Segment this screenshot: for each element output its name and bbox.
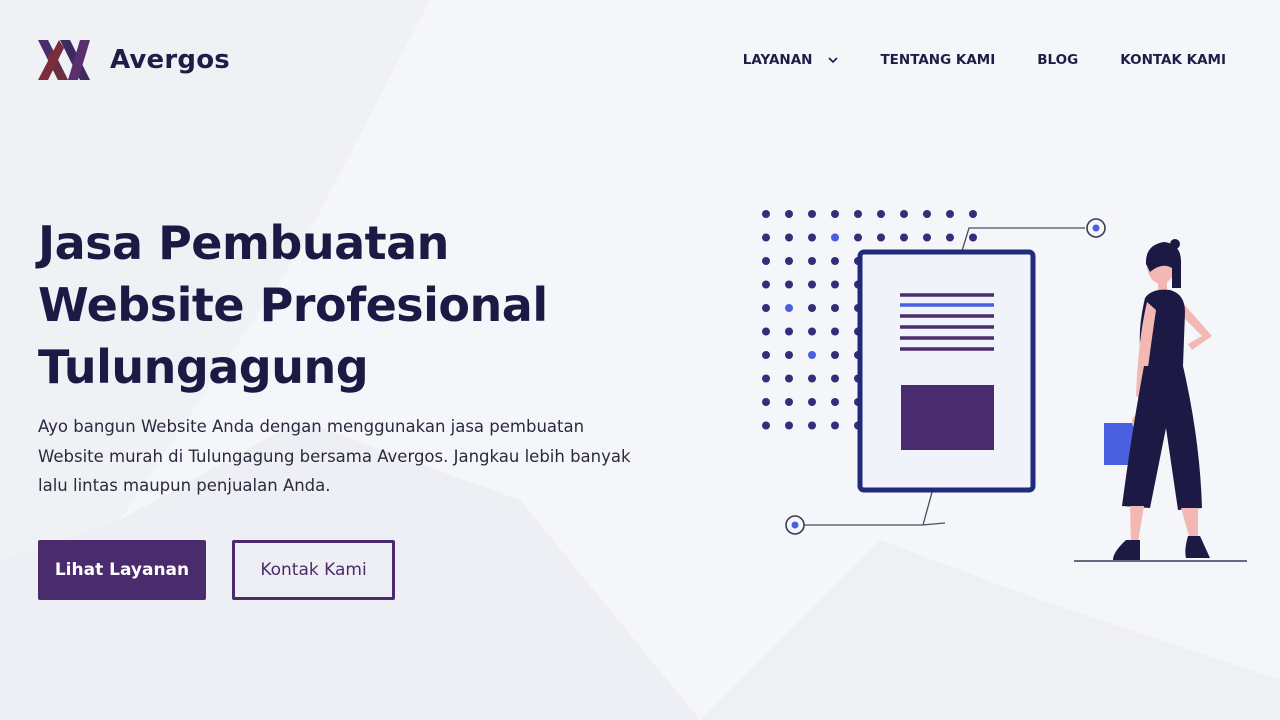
woman-figure	[1104, 239, 1212, 560]
hero-actions: Lihat Layanan Kontak Kami	[38, 540, 395, 600]
grid-dot	[854, 210, 862, 218]
grid-dot	[808, 374, 816, 383]
hero-title: Jasa Pembuatan Website Profesional Tulun…	[38, 212, 678, 398]
grid-dot	[831, 233, 839, 242]
grid-dot	[808, 257, 816, 265]
grid-dot	[969, 210, 977, 218]
grid-dot	[762, 233, 770, 242]
grid-dot	[785, 351, 793, 359]
grid-dot	[762, 398, 770, 406]
avergos-logo-icon	[38, 40, 90, 80]
grid-dot	[808, 421, 816, 430]
nav-item-blog[interactable]: BLOG	[1037, 52, 1078, 68]
grid-dot	[900, 233, 908, 242]
hero-title-line: Jasa Pembuatan	[38, 216, 449, 270]
grid-dot	[831, 304, 839, 312]
grid-dot	[785, 280, 793, 289]
grid-dot	[808, 327, 816, 336]
landing-page: Avergos LAYANAN TENTANG KAMI BLOG KONTAK…	[0, 0, 1280, 720]
grid-dot	[900, 210, 908, 218]
grid-dot	[785, 233, 793, 242]
grid-dot	[831, 374, 839, 383]
hero-title-line: Website Profesional	[38, 278, 548, 332]
grid-dot	[831, 351, 839, 359]
grid-dot	[831, 398, 839, 406]
grid-dot	[808, 280, 816, 289]
grid-dot	[877, 210, 885, 218]
grid-dot	[808, 210, 816, 218]
hero-section: Jasa Pembuatan Website Profesional Tulun…	[38, 212, 678, 501]
hero-description-line: Ayo bangun Website Anda dengan menggunak…	[38, 417, 585, 436]
grid-dot	[831, 327, 839, 336]
grid-dot	[923, 233, 931, 242]
grid-dot	[762, 304, 770, 312]
grid-dot	[762, 421, 770, 430]
grid-dot	[946, 233, 954, 242]
document-image-block	[901, 385, 994, 450]
kontak-kami-button[interactable]: Kontak Kami	[232, 540, 395, 600]
hero-title-line: Tulungagung	[38, 340, 369, 394]
grid-dot	[762, 257, 770, 265]
grid-dot	[923, 210, 931, 218]
grid-dot	[808, 304, 816, 312]
main-nav: LAYANAN TENTANG KAMI BLOG KONTAK KAMI	[743, 52, 1226, 68]
grid-dot	[808, 233, 816, 242]
grid-dot	[785, 327, 793, 336]
nav-item-tentang-kami[interactable]: TENTANG KAMI	[880, 52, 995, 68]
grid-dot	[785, 421, 793, 430]
grid-dot	[808, 398, 816, 406]
grid-dot	[808, 351, 816, 359]
grid-dot	[762, 210, 770, 218]
hero-description: Ayo bangun Website Anda dengan menggunak…	[38, 412, 648, 501]
grid-dot	[785, 210, 793, 218]
grid-dot	[785, 374, 793, 383]
lihat-layanan-button[interactable]: Lihat Layanan	[38, 540, 206, 600]
grid-dot	[762, 280, 770, 289]
grid-dot	[946, 210, 954, 218]
grid-dot	[785, 257, 793, 265]
hero-description-line: lalu lintas maupun penjualan Anda.	[38, 476, 331, 495]
brand-name: Avergos	[110, 45, 230, 75]
grid-dot	[877, 233, 885, 242]
grid-dot	[785, 398, 793, 406]
grid-dot	[762, 351, 770, 359]
site-header: Avergos LAYANAN TENTANG KAMI BLOG KONTAK…	[0, 0, 1280, 124]
grid-dot	[831, 257, 839, 265]
document-card	[857, 249, 1036, 493]
chevron-down-icon	[828, 56, 839, 63]
nav-item-layanan[interactable]: LAYANAN	[743, 52, 839, 68]
grid-dot	[785, 304, 793, 312]
grid-dot	[831, 280, 839, 289]
grid-dot	[969, 233, 977, 242]
grid-dot	[762, 374, 770, 383]
grid-dot	[831, 210, 839, 218]
node-dot-bottom	[791, 521, 799, 529]
woman-with-document-illustration	[762, 210, 1247, 562]
grid-dot	[854, 233, 862, 242]
grid-dot	[762, 327, 770, 336]
nav-item-kontak-kami[interactable]: KONTAK KAMI	[1120, 52, 1226, 68]
node-dot-top	[1092, 224, 1100, 232]
nav-item-label: LAYANAN	[742, 52, 813, 68]
grid-dot	[831, 421, 839, 430]
brand-logo-link[interactable]: Avergos	[38, 40, 230, 80]
hero-description-line: Website murah di Tulungagung bersama Ave…	[38, 446, 631, 466]
